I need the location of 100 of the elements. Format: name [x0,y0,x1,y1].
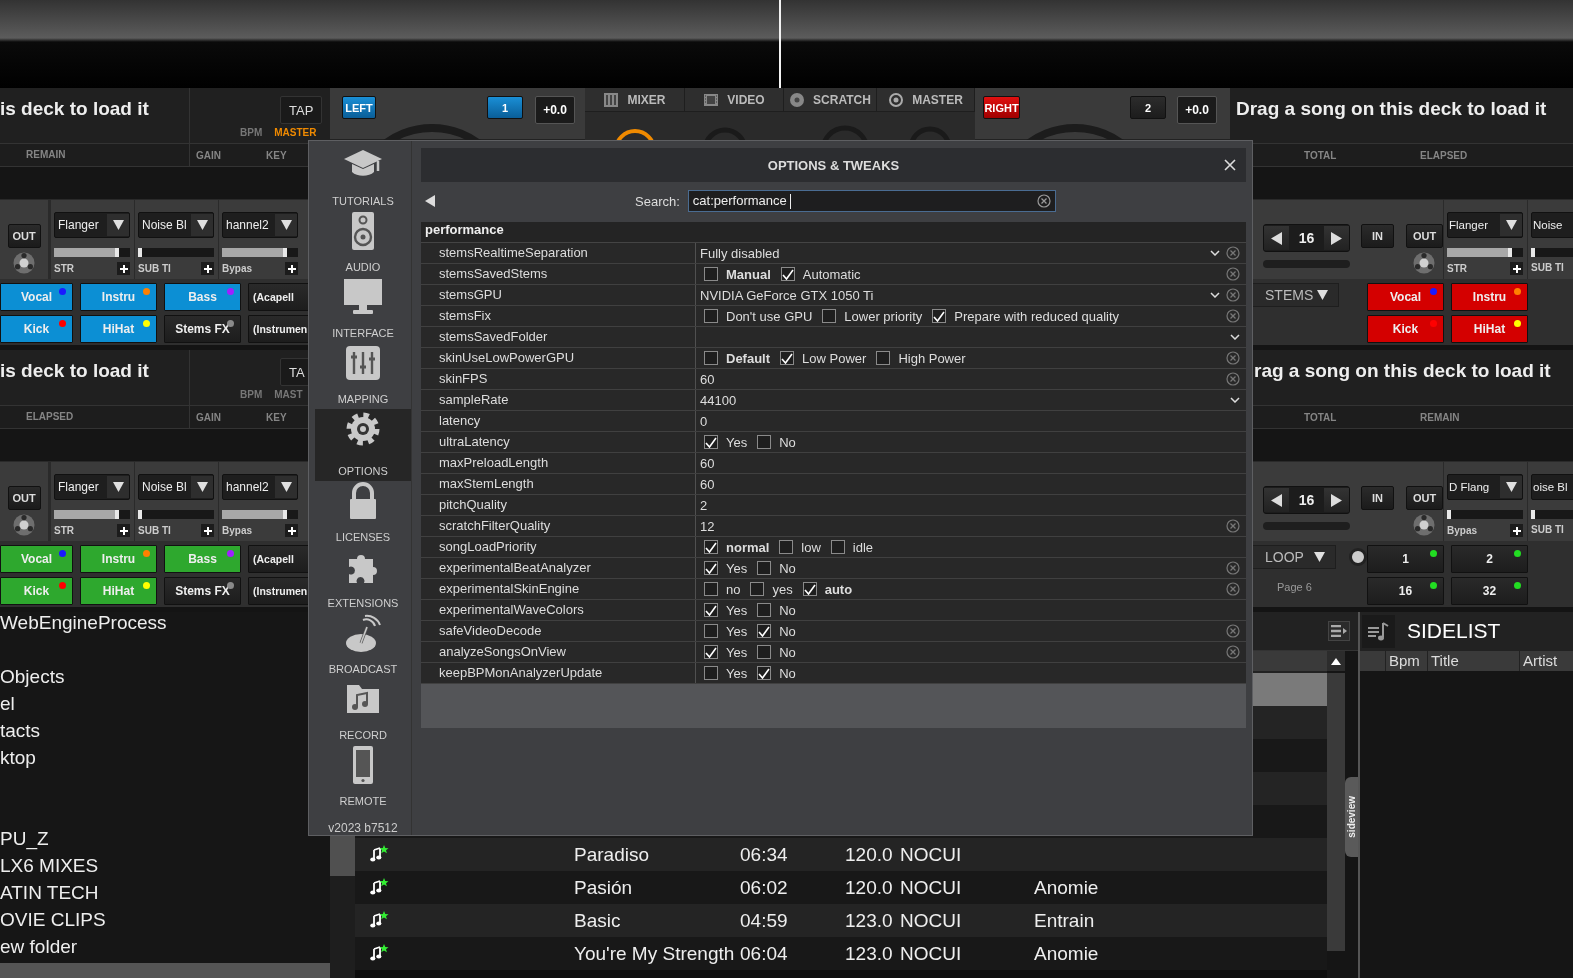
effect-dropdown[interactable]: Flanger [54,212,130,238]
pad-button[interactable]: Instru [1451,283,1528,311]
song-title: Pasión [574,876,634,899]
master-label[interactable]: MASTER [274,127,317,138]
view-tab[interactable]: SCRATCH [784,88,877,112]
song-row[interactable]: Basic 04:59 123.0 NOCUI Entrain [355,904,1327,937]
setting-name: stemsRealtimeSeparation [421,243,696,263]
effect-dropdown[interactable]: hannel2 [222,474,298,500]
setting-name: songLoadPriority [421,537,696,557]
setting-dropdown[interactable]: Fully disabled [700,243,1220,263]
option-label: No [779,644,796,660]
song-row[interactable]: Paradiso 06:34 120.0 NOCUI [355,838,1327,871]
deck-number-button[interactable]: 1 [487,96,523,119]
folder-item[interactable]: LX6 MIXES [0,855,330,882]
sideview-tab[interactable]: sideview [1345,777,1358,857]
right-deck-button[interactable]: RIGHT [983,96,1020,119]
column-header[interactable]: Artist [1519,651,1573,671]
effect-dropdown[interactable]: Flanger [54,474,130,500]
pad-button[interactable]: 2 [1451,545,1528,573]
nav-item[interactable]: TUTORIALS [315,145,411,211]
nav-item[interactable]: BROADCAST [315,613,411,679]
pad-button[interactable]: Vocal [1367,283,1444,311]
nav-item[interactable]: REMOTE [315,745,411,811]
folder-item[interactable]: ew folder [0,936,330,963]
setting-dropdown[interactable]: NVIDIA GeForce GTX 1050 Ti [700,285,1220,305]
setting-name: ultraLatency [421,432,696,452]
nav-item[interactable]: LICENSES [315,481,411,547]
view-tab[interactable]: MIXER [585,88,685,112]
nav-item[interactable]: AUDIO [315,211,411,277]
effect-parameter: SUB TI [1531,524,1564,535]
song-genre: NOCUI [900,876,963,899]
out-button[interactable]: OUT [7,486,41,510]
column-header[interactable]: Bpm [1385,651,1427,671]
setting-name: stemsSavedStems [421,264,696,284]
option-label: Low Power [802,350,867,366]
setting-name: skinFPS [421,369,696,389]
in-button[interactable]: IN [1361,486,1394,510]
folder-item[interactable]: OVIE CLIPS [0,909,330,936]
view-tab[interactable]: VIDEO [685,88,784,112]
in-button[interactable]: IN [1361,224,1394,248]
loop-length-control[interactable]: 16 [1263,224,1350,252]
setting-value[interactable]: 60 [700,371,1220,387]
song-row[interactable]: Pasión 06:02 120.0 NOCUI Anomie [355,871,1327,904]
setting-value[interactable]: 60 [700,476,1240,492]
setting-dropdown[interactable]: 44100 [700,390,1240,410]
nav-item[interactable]: OPTIONS [315,409,411,481]
option-label: yes [772,581,793,597]
option-label: Lower priority [844,308,923,324]
pad-button[interactable]: HiHat [1451,315,1528,343]
effect-parameter: STR [54,525,74,536]
out-button[interactable]: OUT [1406,486,1443,510]
effect-dropdown[interactable]: hannel2 [222,212,298,238]
dialog-title: OPTIONS & TWEAKS [767,157,900,173]
effect-dropdown[interactable]: D Flang [1447,474,1523,500]
time-label: GAIN [195,411,222,423]
time-label: ELAPSED [1420,149,1468,161]
pad-button[interactable]: Stems FX [164,315,241,343]
setting-value[interactable]: 2 [700,497,1240,513]
time-label: TOTAL [1304,149,1338,161]
time-label: TOTAL [1304,411,1338,423]
song-row[interactable]: You're My Strength 06:04 123.0 NOCUI Anomie [355,937,1327,970]
setting-name: stemsGPU [421,285,696,305]
folder-item[interactable]: PU_Z [0,828,330,855]
setting-value[interactable]: 60 [700,455,1240,471]
pad-button[interactable]: 1 [1367,545,1444,573]
left-deck-button[interactable]: LEFT [342,96,376,119]
song-artist: Anomie [1034,876,1100,899]
setting-value[interactable]: 12 [700,518,1220,534]
pad-button[interactable]: Kick [1367,315,1444,343]
folder-item[interactable]: ATIN TECH [0,882,330,909]
out-button[interactable]: OUT [7,224,41,248]
effect-parameter: STR [1447,263,1467,274]
out-button[interactable]: OUT [1406,224,1443,248]
view-tab[interactable]: MASTER [877,88,975,112]
effect-parameter: Bypas [1447,525,1477,536]
effect-dropdown[interactable]: Flanger [1447,212,1523,238]
tap-button[interactable]: TAP [280,96,322,124]
column-header[interactable]: Title [1427,651,1519,671]
effect-dropdown[interactable]: Noise [1531,212,1573,238]
option-label: Manual [726,266,771,282]
loop-length-control[interactable]: 16 [1263,486,1350,514]
time-label: ELAPSED [0,406,190,428]
loop-value: 16 [1297,492,1316,508]
song-length: 06:02 [740,876,789,899]
pad-button[interactable]: 16 [1367,577,1444,605]
pad-button[interactable]: Stems FX [164,577,241,605]
option-label: Yes [726,665,748,681]
deck-number-button[interactable]: 2 [1130,96,1166,119]
master-label[interactable]: MAST [274,389,303,400]
effect-dropdown[interactable]: Noise Bl [138,212,214,238]
pad-button[interactable]: 32 [1451,577,1528,605]
search-field[interactable]: cat:performance [687,190,1056,212]
setting-name: scratchFilterQuality [421,516,696,536]
effect-dropdown[interactable]: oise Bl [1531,474,1573,500]
page-label: Page 6 [1277,581,1313,593]
search-label: Search: [635,193,680,209]
nav-item[interactable]: RECORD [315,679,411,745]
effect-parameter: STR [54,263,74,274]
effect-dropdown[interactable]: Noise Bl [138,474,214,500]
setting-value[interactable]: 0 [700,413,1240,429]
